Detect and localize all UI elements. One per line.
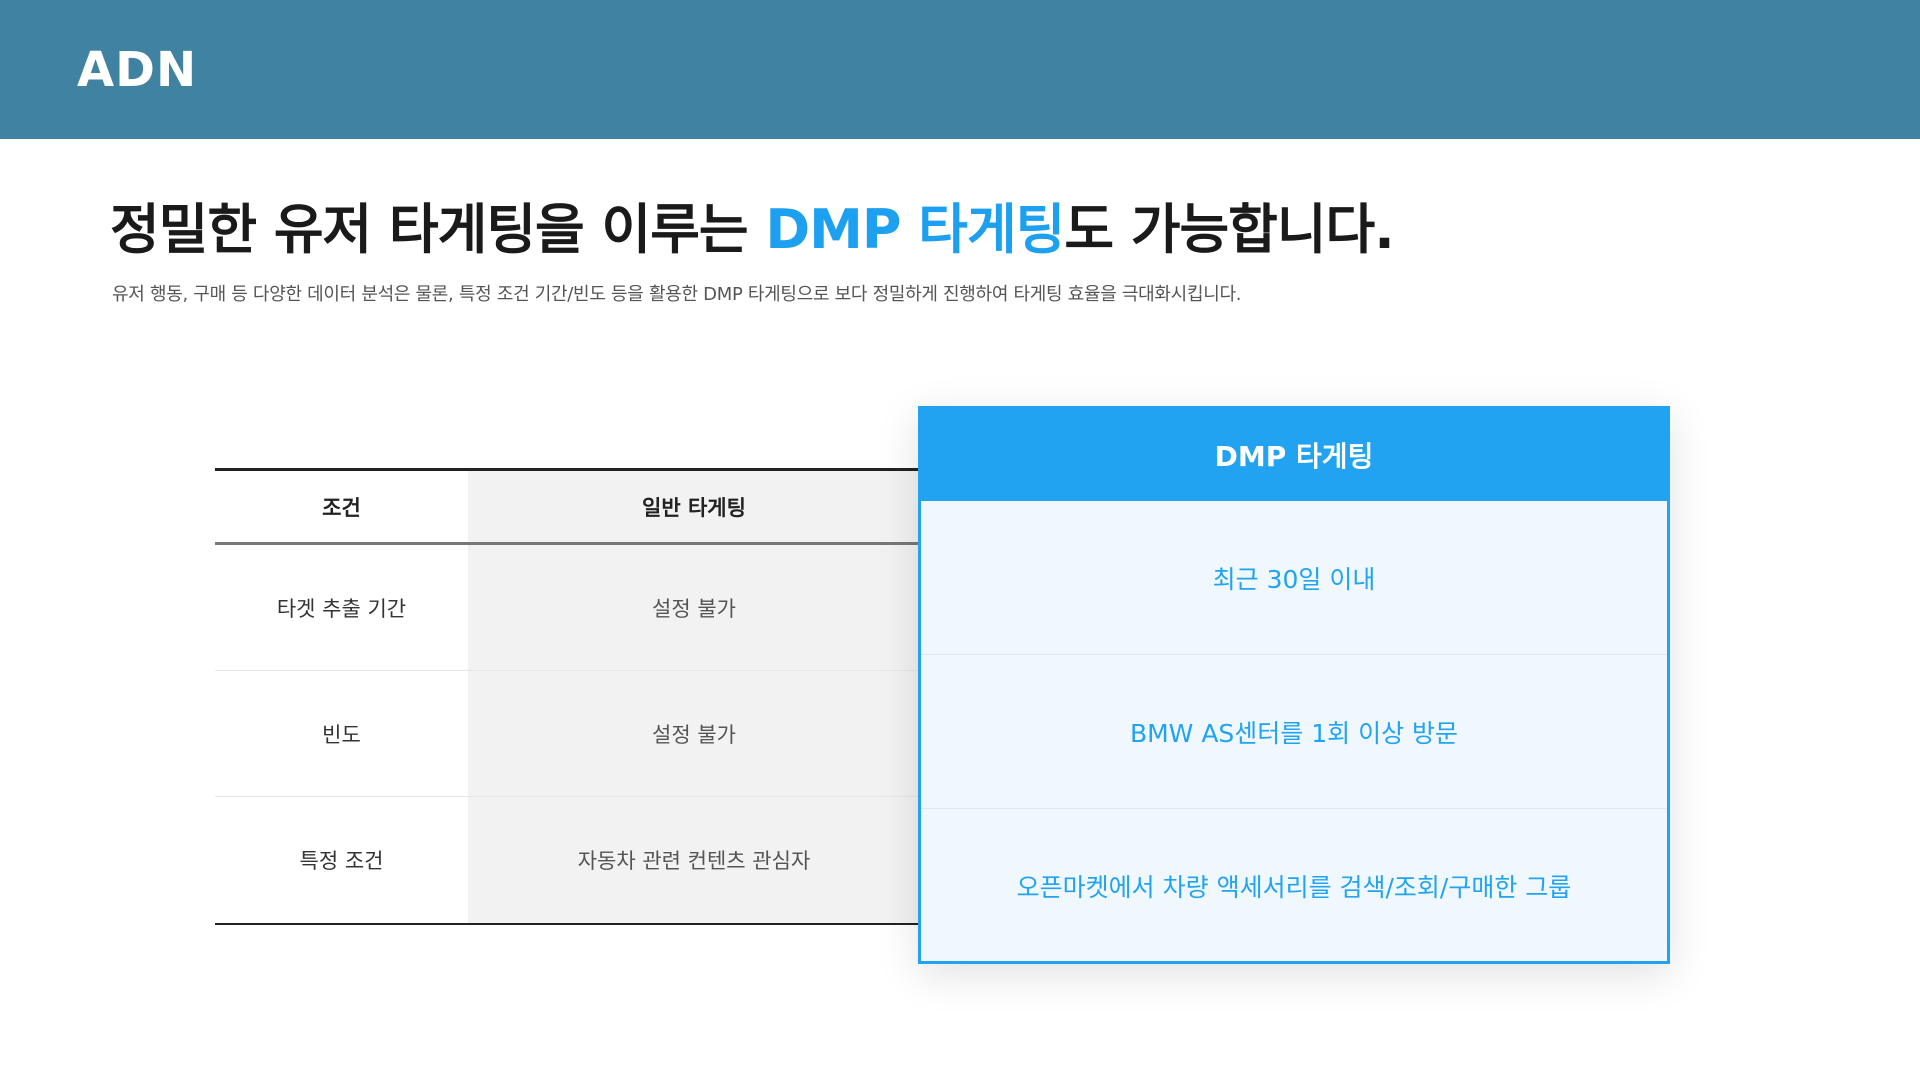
table-row: 빈도 설정 불가 [215, 671, 920, 797]
top-header-bar: ADN [0, 0, 1920, 139]
condition-text: 빈도 [322, 722, 361, 747]
header-condition-label: 조건 [322, 495, 361, 520]
condition-text: 특정 조건 [299, 849, 384, 873]
condition-cell: 타겟 추출 기간 [215, 545, 468, 670]
dmp-card-title: DMP 타게팅 [1214, 440, 1374, 473]
condition-text: 타겟 추출 기간 [276, 596, 407, 621]
dmp-row-text: 최근 30일 이내 [1212, 564, 1376, 594]
general-cell: 자동차 관련 컨텐츠 관심자 [468, 797, 920, 923]
general-text: 설정 불가 [652, 722, 736, 747]
page-subtitle: 유저 행동, 구매 등 다양한 데이터 분석은 물론, 특정 조건 기간/빈도 … [112, 284, 1242, 305]
dmp-row-text: BMW AS센터를 1회 이상 방문 [1129, 718, 1459, 748]
general-text: 설정 불가 [652, 596, 736, 621]
dmp-row: BMW AS센터를 1회 이상 방문 [921, 655, 1667, 809]
condition-cell: 빈도 [215, 671, 468, 796]
table-row: 특정 조건 자동차 관련 컨텐츠 관심자 [215, 797, 920, 923]
headline-suffix: 도 가능합니다. [1064, 198, 1394, 261]
headline-prefix: 정밀한 유저 타게팅을 이루는 [110, 198, 766, 261]
dmp-row: 최근 30일 이내 [921, 501, 1667, 655]
table-header-row: 조건 일반 타게팅 [215, 471, 920, 545]
adn-logo[interactable]: ADN [77, 42, 197, 98]
dmp-card-header: DMP 타게팅 [921, 409, 1667, 501]
page-headline: 정밀한 유저 타게팅을 이루는 DMP 타게팅도 가능합니다. [110, 185, 1395, 264]
header-general-label: 일반 타게팅 [642, 495, 746, 520]
comparison-table: 조건 일반 타게팅 타겟 추출 기간 설정 불가 빈도 설정 불가 특정 조건 … [215, 468, 920, 925]
headline-accent: DMP 타게팅 [765, 198, 1065, 261]
dmp-row: 오픈마켓에서 차량 액세서리를 검색/조회/구매한 그룹 [921, 809, 1667, 963]
general-cell: 설정 불가 [468, 545, 920, 670]
table-row: 타겟 추출 기간 설정 불가 [215, 545, 920, 671]
header-cell-condition: 조건 [215, 471, 468, 542]
general-text: 자동차 관련 컨텐츠 관심자 [577, 849, 811, 873]
condition-cell: 특정 조건 [215, 797, 468, 923]
dmp-row-text: 오픈마켓에서 차량 액세서리를 검색/조회/구매한 그룹 [1016, 873, 1572, 902]
header-cell-general: 일반 타게팅 [468, 471, 920, 542]
general-cell: 설정 불가 [468, 671, 920, 796]
dmp-targeting-card: DMP 타게팅 최근 30일 이내 BMW AS센터를 1회 이상 방문 오픈마… [918, 406, 1670, 964]
